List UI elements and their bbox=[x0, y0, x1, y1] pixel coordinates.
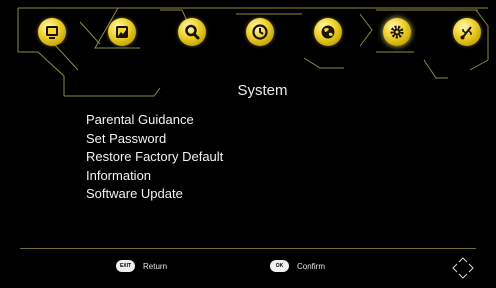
tab-usb[interactable] bbox=[453, 18, 481, 46]
globe-icon bbox=[321, 25, 335, 39]
menu-item-parental-guidance[interactable]: Parental Guidance bbox=[86, 111, 223, 130]
confirm-label: Confirm bbox=[297, 261, 326, 271]
return-label: Return bbox=[143, 261, 168, 271]
tab-globe[interactable] bbox=[314, 18, 342, 46]
tab-search[interactable] bbox=[178, 18, 206, 46]
picture-icon bbox=[116, 26, 128, 38]
menu-item-restore-factory-default[interactable]: Restore Factory Default bbox=[86, 148, 223, 167]
menu-item-set-password[interactable]: Set Password bbox=[86, 130, 223, 149]
tab-system[interactable] bbox=[383, 18, 411, 46]
clock-icon bbox=[252, 24, 268, 40]
exit-key-icon: EXIT bbox=[116, 260, 135, 272]
page-title: System bbox=[237, 82, 288, 99]
tab-picture[interactable] bbox=[108, 18, 136, 46]
return-hint: EXIT Return bbox=[116, 259, 167, 273]
navigation-arrows-icon bbox=[452, 257, 474, 279]
tab-tv[interactable] bbox=[38, 18, 66, 46]
system-menu: Parental Guidance Set Password Restore F… bbox=[86, 111, 223, 204]
menu-item-software-update[interactable]: Software Update bbox=[86, 185, 223, 204]
usb-icon bbox=[460, 26, 472, 40]
footer-divider bbox=[20, 248, 476, 249]
menu-item-information[interactable]: Information bbox=[86, 167, 223, 186]
search-icon bbox=[185, 24, 200, 40]
tab-clock[interactable] bbox=[246, 18, 274, 46]
ok-key-icon: OK bbox=[270, 260, 289, 272]
settings-screen: System Parental Guidance Set Password Re… bbox=[0, 0, 496, 288]
confirm-hint: OK Confirm bbox=[270, 259, 325, 273]
tv-icon bbox=[46, 26, 58, 39]
gear-icon bbox=[390, 25, 404, 39]
